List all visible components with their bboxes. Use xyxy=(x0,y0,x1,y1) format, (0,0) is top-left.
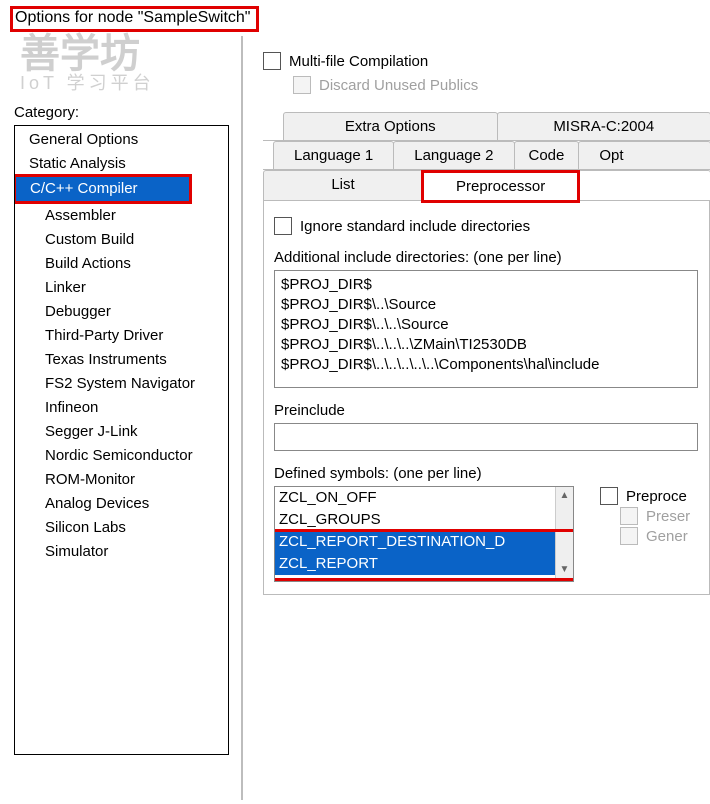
tab-language1[interactable]: Language 1 xyxy=(273,141,394,169)
checkbox-icon xyxy=(600,487,618,505)
additional-include-label: Additional include directories: (one per… xyxy=(274,249,707,266)
category-item[interactable]: Silicon Labs xyxy=(15,516,228,540)
scroll-down-icon[interactable]: ▼ xyxy=(556,561,573,579)
window-title: Options for node "SampleSwitch" xyxy=(10,6,259,32)
checkbox-icon xyxy=(620,527,638,545)
category-item[interactable]: Analog Devices xyxy=(15,492,228,516)
additional-include-input[interactable]: $PROJ_DIR$ $PROJ_DIR$\..\Source $PROJ_DI… xyxy=(274,270,698,388)
tab-optimizations[interactable]: Opt xyxy=(578,141,710,169)
category-item[interactable]: ROM-Monitor xyxy=(15,468,228,492)
preinclude-input[interactable] xyxy=(274,423,698,451)
category-item[interactable]: Linker xyxy=(15,276,228,300)
tab-language2[interactable]: Language 2 xyxy=(393,141,514,169)
tabs-container: Extra Options MISRA-C:2004 Language 1 La… xyxy=(263,112,710,595)
checkbox-icon xyxy=(293,76,311,94)
category-item[interactable]: Build Actions xyxy=(15,252,228,276)
checkbox-icon xyxy=(263,52,281,70)
category-item-selected[interactable]: C/C++ Compiler xyxy=(16,177,189,201)
tab-preprocessor[interactable]: Preprocessor xyxy=(422,171,579,201)
discard-unused-checkbox: Discard Unused Publics xyxy=(293,76,710,94)
defined-symbol-item[interactable]: ZCL_REPORT_DESTINATION_D xyxy=(275,531,573,553)
settings-panel: Multi-file Compilation Discard Unused Pu… xyxy=(241,36,710,800)
defined-symbol-item[interactable]: ZCL_REPORT xyxy=(275,553,573,575)
category-list[interactable]: General Options Static Analysis C/C++ Co… xyxy=(14,125,229,755)
scroll-up-icon[interactable]: ▲ xyxy=(556,487,573,505)
defined-symbol-item[interactable]: ZCL_ON_OFF xyxy=(275,487,573,509)
scrollbar[interactable]: ▲ ▼ xyxy=(555,487,573,581)
category-item[interactable]: Simulator xyxy=(15,540,228,564)
ignore-std-include-checkbox[interactable]: Ignore standard include directories xyxy=(274,217,707,235)
preprocessor-output-checkbox[interactable]: Preproce xyxy=(600,487,690,505)
window-title-bar: Options for node "SampleSwitch" xyxy=(0,0,710,36)
tab-misra[interactable]: MISRA-C:2004 xyxy=(497,112,710,140)
category-item[interactable]: Nordic Semiconductor xyxy=(15,444,228,468)
category-item[interactable]: Third-Party Driver xyxy=(15,324,228,348)
defined-symbols-label: Defined symbols: (one per line) xyxy=(274,465,707,482)
category-item[interactable]: Infineon xyxy=(15,396,228,420)
category-item[interactable]: Static Analysis xyxy=(15,152,228,176)
checkbox-icon xyxy=(274,217,292,235)
category-item[interactable]: Segger J-Link xyxy=(15,420,228,444)
category-item[interactable]: General Options xyxy=(15,128,228,152)
tab-list[interactable]: List xyxy=(263,170,423,200)
preserve-comments-checkbox: Preser xyxy=(620,507,690,525)
category-item[interactable]: FS2 System Navigator xyxy=(15,372,228,396)
tab-extra-options[interactable]: Extra Options xyxy=(283,112,498,140)
tab-code[interactable]: Code xyxy=(514,141,580,169)
checkbox-icon xyxy=(620,507,638,525)
category-item[interactable]: Texas Instruments xyxy=(15,348,228,372)
category-label: Category: xyxy=(14,104,229,121)
category-item[interactable]: Debugger xyxy=(15,300,228,324)
tab-spacer xyxy=(578,170,710,200)
generate-line-checkbox: Gener xyxy=(620,527,690,545)
multi-file-checkbox[interactable]: Multi-file Compilation xyxy=(263,52,710,70)
defined-symbols-list[interactable]: ZCL_ON_OFF ZCL_GROUPS ZCL_REPORT_DESTINA… xyxy=(274,486,574,582)
preinclude-label: Preinclude xyxy=(274,402,707,419)
category-item[interactable]: Assembler xyxy=(15,204,228,228)
category-item[interactable]: Custom Build xyxy=(15,228,228,252)
defined-symbol-item[interactable]: ZCL_GROUPS xyxy=(275,509,573,531)
